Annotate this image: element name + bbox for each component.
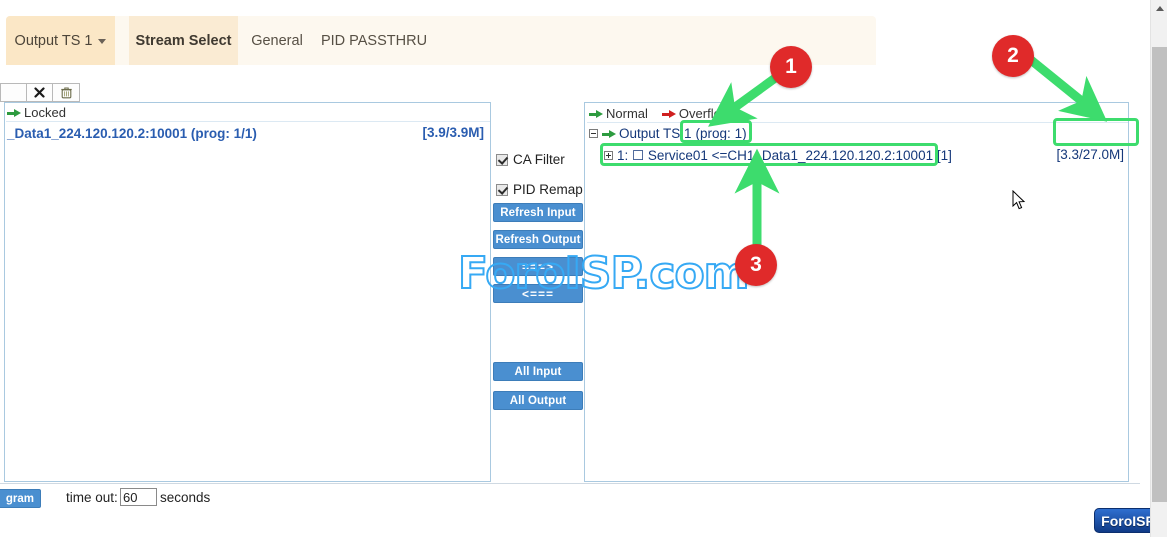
green-arrow-icon	[7, 108, 21, 118]
input-stream-label: _Data1_224.120.120.2:10001 (prog: 1/1)	[7, 125, 257, 141]
tab-output-ts-1-label: Output TS 1	[14, 32, 93, 49]
tab-general-label: General	[251, 32, 303, 49]
partial-button[interactable]	[0, 83, 27, 102]
app-window: Output TS 1 Stream Select General PID PA…	[0, 0, 1167, 537]
left-panel-toolbar	[0, 83, 81, 102]
annotation-marker-2: 2	[992, 35, 1034, 77]
pid-remap-checkbox-row[interactable]: PID Remap	[496, 182, 583, 197]
program-button[interactable]: gram	[0, 489, 41, 508]
mouse-cursor	[1012, 190, 1026, 210]
legend-row: Normal Overflow	[587, 105, 1128, 123]
refresh-output-button[interactable]: Refresh Output	[493, 230, 583, 249]
tree-node-service[interactable]: 1: ☐ Service01 <=CH1_Data1_224.120.120.2…	[587, 145, 1128, 166]
output-ts-label: Output TS 1	[619, 126, 692, 141]
vertical-scrollbar[interactable]	[1150, 0, 1167, 537]
watermark: ForoISP.com	[457, 247, 751, 300]
red-arrow-icon	[661, 109, 676, 119]
delete-button[interactable]	[53, 83, 81, 102]
refresh-input-button[interactable]: Refresh Input	[493, 203, 583, 222]
close-x-icon	[34, 87, 45, 98]
scroll-up-arrow-icon[interactable]	[1151, 0, 1167, 17]
green-arrow-icon	[589, 109, 603, 119]
annotation-marker-3: 3	[735, 244, 777, 286]
refresh-output-label: Refresh Output	[495, 233, 581, 246]
bottom-separator	[0, 483, 1140, 484]
chevron-down-icon	[98, 39, 107, 44]
pid-remap-label: PID Remap	[513, 182, 583, 197]
tab-output-ts-1[interactable]: Output TS 1	[6, 16, 115, 65]
annotation-marker-1: 1	[770, 46, 812, 88]
tab-stream-select-label: Stream Select	[135, 32, 232, 49]
all-input-label: All Input	[514, 365, 562, 378]
close-x-button[interactable]	[26, 83, 54, 102]
normal-label: Normal	[606, 106, 648, 121]
input-stream-row[interactable]: _Data1_224.120.120.2:10001 (prog: 1/1) […	[6, 123, 490, 143]
output-ts-prog: (prog: 1)	[695, 126, 747, 141]
arrow-2	[1023, 52, 1108, 122]
tab-general[interactable]: General	[244, 16, 310, 65]
locked-label: Locked	[24, 105, 66, 120]
tree-node-output-ts[interactable]: Output TS 1 (prog: 1)	[587, 123, 1128, 144]
expand-plus-icon[interactable]	[604, 151, 613, 160]
locked-row: Locked	[6, 104, 490, 122]
ca-filter-checkbox-row[interactable]: CA Filter	[496, 152, 565, 167]
tab-pid-passthru-label: PID PASSTHRU	[320, 32, 428, 49]
seconds-label: seconds	[160, 490, 211, 505]
timeout-input[interactable]	[120, 488, 157, 506]
scrollbar-thumb[interactable]	[1152, 47, 1167, 502]
tab-bar: Output TS 1 Stream Select General PID PA…	[6, 16, 876, 65]
pid-remap-checkbox[interactable]	[496, 183, 508, 196]
ca-filter-checkbox[interactable]	[496, 153, 508, 166]
trash-icon	[60, 87, 72, 98]
program-button-label: gram	[5, 492, 34, 505]
all-output-button[interactable]: All Output	[493, 391, 583, 410]
overflow-label: Overflow	[678, 106, 731, 121]
ca-filter-label: CA Filter	[513, 152, 565, 167]
input-stream-bitrate: [3.9/3.9M]	[422, 125, 484, 140]
tab-stream-select[interactable]: Stream Select	[129, 16, 238, 65]
timeout-label: time out:	[66, 490, 118, 505]
all-input-button[interactable]: All Input	[493, 362, 583, 381]
input-stream-panel: Locked _Data1_224.120.120.2:10001 (prog:…	[4, 102, 491, 482]
collapse-minus-icon[interactable]	[589, 129, 598, 138]
all-output-label: All Output	[509, 394, 567, 407]
service-label: 1: ☐ Service01 <=CH1_Data1_224.120.120.2…	[617, 147, 952, 163]
tab-pid-passthru[interactable]: PID PASSTHRU	[316, 16, 432, 65]
refresh-input-label: Refresh Input	[500, 206, 576, 219]
green-arrow-icon	[602, 129, 616, 139]
